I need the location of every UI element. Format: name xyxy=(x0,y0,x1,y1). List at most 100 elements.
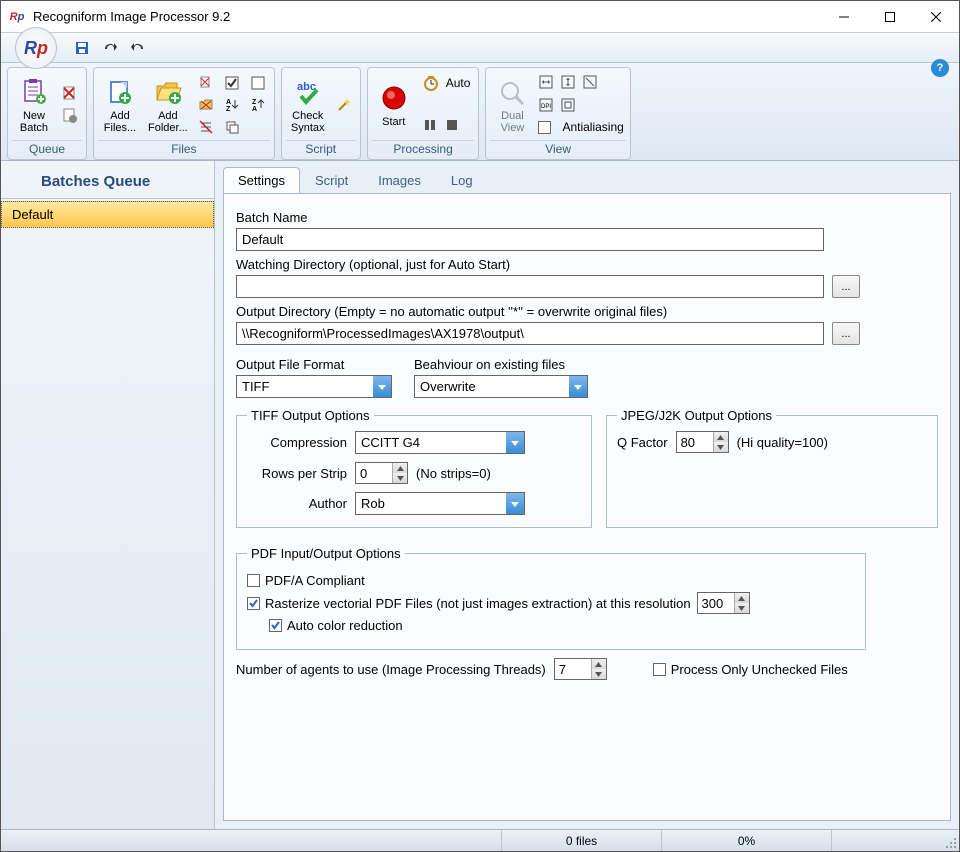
close-button[interactable] xyxy=(913,2,959,32)
uncheck-all-icon[interactable] xyxy=(248,73,268,93)
watch-dir-label: Watching Directory (optional, just for A… xyxy=(236,257,938,272)
output-dir-label: Output Directory (Empty = no automatic o… xyxy=(236,304,938,319)
maximize-button[interactable] xyxy=(867,2,913,32)
agents-spinner[interactable] xyxy=(554,658,607,680)
wizard-icon[interactable] xyxy=(334,95,354,115)
pdf-options-fieldset: PDF Input/Output Options PDF/A Compliant… xyxy=(236,546,866,650)
ribbon-caption-processing: Processing xyxy=(372,140,475,157)
dual-view-button[interactable]: Dual View xyxy=(490,70,534,140)
add-files-button[interactable]: Add Files... xyxy=(98,70,142,140)
statusbar: 0 files 0% xyxy=(1,829,959,851)
delete-batch-icon[interactable] xyxy=(60,84,80,104)
tabs-bar: Settings Script Images Log xyxy=(215,161,959,193)
output-format-select[interactable]: TIFF xyxy=(236,375,392,398)
tab-script[interactable]: Script xyxy=(300,167,363,193)
sidebar: Batches Queue Default xyxy=(1,161,215,829)
rasterize-checkbox[interactable]: Rasterize vectorial PDF Files (not just … xyxy=(247,592,855,614)
author-select[interactable]: Rob xyxy=(355,492,525,515)
check-all-icon[interactable] xyxy=(222,73,242,93)
behaviour-label: Beahviour on existing files xyxy=(414,357,588,372)
qfactor-spinner[interactable] xyxy=(676,431,729,453)
start-button[interactable]: Start xyxy=(372,70,416,140)
help-icon[interactable]: ? xyxy=(931,59,949,77)
ribbon-caption-queue: Queue xyxy=(12,140,82,157)
remove-folder-icon[interactable] xyxy=(196,95,216,115)
tab-images[interactable]: Images xyxy=(363,167,436,193)
sort-desc-icon[interactable]: ZA xyxy=(248,95,268,115)
chevron-down-icon xyxy=(506,432,524,453)
output-format-label: Output File Format xyxy=(236,357,396,372)
process-only-unchecked-checkbox[interactable]: Process Only Unchecked Files xyxy=(653,662,848,677)
remove-file-icon[interactable] xyxy=(196,73,216,93)
chevron-down-icon xyxy=(569,376,587,397)
sidebar-item-batch[interactable]: Default xyxy=(1,201,214,228)
resize-grip-icon[interactable] xyxy=(941,830,959,851)
ribbon-caption-script: Script xyxy=(286,140,356,157)
actual-size-icon[interactable] xyxy=(560,97,576,116)
compression-select[interactable]: CCITT G4 xyxy=(355,431,525,454)
watch-dir-browse-button[interactable]: ... xyxy=(832,275,860,298)
check-syntax-button[interactable]: abc Check Syntax xyxy=(286,70,330,140)
batch-name-label: Batch Name xyxy=(236,210,938,225)
rasterize-dpi-spinner[interactable] xyxy=(697,592,750,614)
content-area: Settings Script Images Log Batch Name Wa… xyxy=(215,161,959,829)
output-dir-input[interactable] xyxy=(236,322,824,345)
window-title: Recogniform Image Processor 9.2 xyxy=(33,9,821,24)
quick-access-bar: Rp ? xyxy=(1,33,959,63)
pause-icon[interactable] xyxy=(422,117,438,136)
watch-dir-input[interactable] xyxy=(236,275,824,298)
svg-text:abc: abc xyxy=(297,81,316,93)
new-batch-button[interactable]: New Batch xyxy=(12,70,56,140)
ribbon: New Batch Queue Add Files... Add Folder.… xyxy=(1,63,959,161)
ribbon-group-processing: Start Auto Processing xyxy=(367,67,480,160)
agents-label: Number of agents to use (Image Processin… xyxy=(236,662,546,677)
app-window: Rp Recogniform Image Processor 9.2 Rp ? … xyxy=(0,0,960,852)
minimize-button[interactable] xyxy=(821,2,867,32)
tab-settings[interactable]: Settings xyxy=(223,167,300,193)
svg-text:Z: Z xyxy=(252,99,257,106)
sidebar-header: Batches Queue xyxy=(1,161,214,199)
undo-icon[interactable] xyxy=(127,37,149,59)
fit-height-icon[interactable] xyxy=(560,74,576,93)
fit-width-icon[interactable] xyxy=(538,74,554,93)
stop-icon[interactable] xyxy=(444,117,460,136)
fit-page-icon[interactable] xyxy=(582,74,598,93)
batch-settings-icon[interactable] xyxy=(60,106,80,126)
dpi-icon[interactable]: DPI xyxy=(538,97,554,116)
qfactor-label: Q Factor xyxy=(617,435,668,450)
rows-per-strip-hint: (No strips=0) xyxy=(416,466,491,481)
auto-color-reduction-checkbox[interactable]: Auto color reduction xyxy=(269,618,855,633)
pdfa-compliant-checkbox[interactable]: PDF/A Compliant xyxy=(247,573,855,588)
ribbon-group-files: Add Files... Add Folder... xyxy=(93,67,275,160)
sort-asc-icon[interactable]: AZ xyxy=(222,95,242,115)
titlebar: Rp Recogniform Image Processor 9.2 xyxy=(1,1,959,33)
status-files: 0 files xyxy=(501,830,661,851)
svg-text:A: A xyxy=(252,106,257,113)
ribbon-caption-files: Files xyxy=(98,140,270,157)
svg-text:DPI: DPI xyxy=(541,104,551,110)
author-label: Author xyxy=(247,496,347,511)
output-dir-browse-button[interactable]: ... xyxy=(832,322,860,345)
redo-icon[interactable] xyxy=(99,37,121,59)
ribbon-group-queue: New Batch Queue xyxy=(7,67,87,160)
svg-text:A: A xyxy=(226,99,231,106)
copy-icon[interactable] xyxy=(222,117,242,137)
chevron-down-icon xyxy=(373,376,391,397)
compression-label: Compression xyxy=(247,435,347,450)
rows-per-strip-spinner[interactable] xyxy=(355,462,408,484)
tab-log[interactable]: Log xyxy=(436,167,488,193)
svg-text:Z: Z xyxy=(226,106,231,113)
antialiasing-checkbox[interactable]: Antialiasing xyxy=(538,120,623,134)
batch-name-input[interactable] xyxy=(236,228,824,251)
settings-panel: Batch Name Watching Directory (optional,… xyxy=(223,193,951,821)
chevron-down-icon xyxy=(506,493,524,514)
add-folder-button[interactable]: Add Folder... xyxy=(144,70,192,140)
behaviour-select[interactable]: Overwrite xyxy=(414,375,588,398)
save-icon[interactable] xyxy=(71,37,93,59)
clear-list-icon[interactable] xyxy=(196,117,216,137)
qfactor-hint: (Hi quality=100) xyxy=(737,435,828,450)
auto-button[interactable]: Auto xyxy=(422,74,471,92)
tiff-options-fieldset: TIFF Output Options Compression CCITT G4… xyxy=(236,408,592,528)
app-logo[interactable]: Rp xyxy=(15,27,57,69)
jpeg-options-fieldset: JPEG/J2K Output Options Q Factor (Hi qua… xyxy=(606,408,938,528)
